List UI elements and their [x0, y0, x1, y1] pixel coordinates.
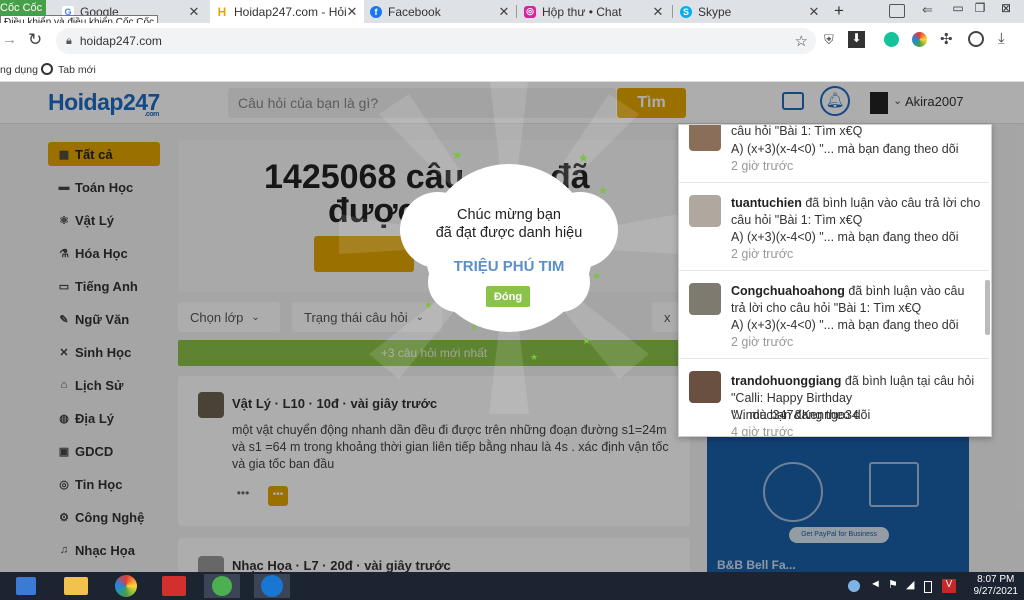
- vietkey-icon[interactable]: V: [942, 579, 956, 593]
- tab-instagram[interactable]: ◎ Hộp thư • Chat ✕: [518, 0, 670, 23]
- tab-facebook[interactable]: f Facebook ✕: [364, 0, 516, 23]
- popup-cloud-shape: [400, 164, 618, 332]
- coccoc-icon[interactable]: [108, 574, 144, 598]
- close-icon[interactable]: ✕: [188, 4, 200, 20]
- minimize-button[interactable]: ▭: [950, 1, 966, 19]
- grammarly-icon[interactable]: [884, 32, 899, 47]
- popup-title: Chúc mừng bạn đã đạt được danh hiệu: [435, 207, 583, 241]
- close-icon[interactable]: ✕: [652, 4, 664, 20]
- notification-item[interactable]: tuantuchien đã bình luận vào câu trả lời…: [679, 183, 989, 271]
- network-icon[interactable]: [848, 580, 860, 592]
- close-button[interactable]: Đóng: [486, 286, 530, 307]
- hoidap-icon: H: [216, 4, 228, 19]
- tab-search-icon[interactable]: [889, 4, 905, 18]
- new-tab-button[interactable]: +: [830, 1, 848, 21]
- notification-time: 2 giờ trước: [731, 247, 794, 261]
- extension-toolbar: ⛨ ⬇ ✣ ⤓: [820, 30, 1024, 51]
- instagram-icon: ◎: [524, 5, 536, 18]
- notification-text: câu hỏi "Bài 1: Tìm x€Q: [731, 124, 863, 138]
- notification-item[interactable]: trandohuonggiang đã bình luận tại câu hỏ…: [679, 359, 989, 437]
- svg-text:★: ★: [530, 352, 538, 362]
- skype-icon: S: [680, 5, 692, 18]
- media-icon[interactable]: [8, 574, 44, 598]
- coccoc-bookmark-icon: [41, 63, 53, 75]
- notification-text: tuantuchien đã bình luận vào câu trả lời…: [731, 196, 981, 227]
- notification-item[interactable]: câu hỏi "Bài 1: Tìm x€Q A) (x+3)(x-4<0) …: [679, 124, 989, 183]
- color-extension-icon[interactable]: [912, 32, 927, 47]
- notification-time: 2 giờ trước: [731, 159, 794, 173]
- achievement-title: TRIỆU PHÚ TIM: [453, 258, 565, 275]
- bookmark-apps[interactable]: ng dụng: [0, 64, 38, 76]
- facebook-icon: f: [370, 5, 382, 18]
- url-field[interactable]: 🔒︎ hoidap247.com ☆: [56, 28, 816, 54]
- avatar: [689, 371, 721, 403]
- close-window-button[interactable]: ⊠: [996, 1, 1016, 19]
- profile-icon[interactable]: [968, 31, 984, 47]
- close-icon[interactable]: ✕: [808, 4, 820, 20]
- url-text: hoidap247.com: [79, 34, 162, 48]
- restore-button[interactable]: ❐: [972, 1, 988, 19]
- notification-time: 2 giờ trước: [731, 335, 794, 349]
- star-icon[interactable]: ☆: [795, 32, 808, 50]
- avatar: [689, 125, 721, 151]
- reload-icon[interactable]: ↻: [28, 30, 42, 50]
- notification-time: 4 giờ trước: [731, 425, 794, 437]
- puzzle-icon[interactable]: ✣: [940, 30, 953, 48]
- notification-detail: A) (x+3)(x-4<0) "... mà bạn đang theo dõ…: [731, 142, 959, 156]
- flag-icon[interactable]: ⚑: [888, 578, 898, 591]
- bookmarks-bar: ng dụng Tab mới: [0, 59, 1024, 82]
- scrollbar[interactable]: [985, 280, 990, 335]
- avatar: [689, 195, 721, 227]
- zalo-icon[interactable]: [254, 574, 290, 598]
- clock[interactable]: 8:07 PM 9/27/2021: [974, 574, 1019, 598]
- notification-detail: A) (x+3)(x-4<0) "... mà bạn đang theo dõ…: [731, 318, 959, 332]
- tab-hoidap247[interactable]: H Hoidap247.com - Hỏi ✕: [210, 0, 364, 23]
- forward-icon[interactable]: →: [2, 31, 17, 48]
- notification-item[interactable]: Congchuahoahong đã bình luận vào câu trả…: [679, 271, 989, 359]
- bookmark-new-tab[interactable]: Tab mới: [58, 64, 96, 76]
- close-icon[interactable]: ✕: [498, 4, 510, 20]
- wifi-icon[interactable]: ◢: [906, 578, 914, 591]
- paint-icon[interactable]: [156, 574, 192, 598]
- lock-icon: 🔒︎: [66, 34, 72, 47]
- notification-dropdown: câu hỏi "Bài 1: Tìm x€Q A) (x+3)(x-4<0) …: [678, 124, 992, 437]
- avatar: [689, 283, 721, 315]
- notification-detail: "... mà bạn đang theo dõi: [731, 408, 871, 422]
- close-icon[interactable]: ✕: [346, 4, 358, 20]
- notification-text: Congchuahoahong đã bình luận vào câu trả…: [731, 284, 965, 315]
- download-extension-icon[interactable]: ⬇: [848, 31, 865, 48]
- battery-icon[interactable]: [924, 581, 932, 593]
- system-tray: ◄ ⚑ ◢ V: [848, 578, 958, 594]
- explorer-icon[interactable]: [58, 574, 94, 598]
- coccoc-tab[interactable]: Cốc Cốc: [0, 0, 46, 16]
- taskbar: ◄ ⚑ ◢ V 8:07 PM 9/27/2021: [0, 572, 1024, 600]
- tab-skype[interactable]: S Skype ✕: [674, 0, 826, 23]
- app-icon[interactable]: [204, 574, 240, 598]
- back-window-icon[interactable]: ⇐: [922, 2, 938, 20]
- shield-extension-icon[interactable]: ⛨: [824, 32, 834, 48]
- downloads-icon[interactable]: ⤓: [998, 30, 1005, 47]
- notification-detail: A) (x+3)(x-4<0) "... mà bạn đang theo dõ…: [731, 230, 959, 244]
- volume-icon[interactable]: ◄: [870, 578, 881, 590]
- achievement-popup: Chúc mừng bạn đã đạt được danh hiệu TRIỆ…: [398, 152, 620, 340]
